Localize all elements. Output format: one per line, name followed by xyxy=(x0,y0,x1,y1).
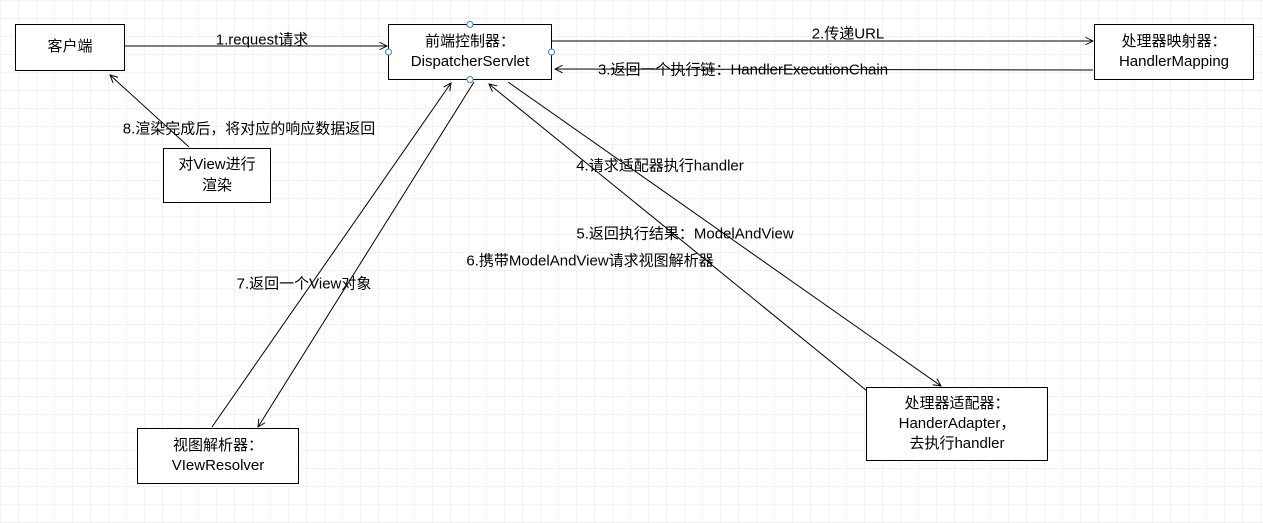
node-dispatcher-l1: 前端控制器： xyxy=(425,32,515,52)
diagram-canvas[interactable]: 1.request请求 2.传递URL 3.返回一个执行链：HandlerExe… xyxy=(0,0,1263,523)
node-resolver[interactable]: 视图解析器： VIewResolver xyxy=(137,428,299,484)
node-mapping[interactable]: 处理器映射器： HandlerMapping xyxy=(1094,24,1254,80)
node-client-label: 客户端 xyxy=(47,37,92,57)
node-client[interactable]: 客户端 xyxy=(15,24,125,71)
edge-5 xyxy=(489,84,872,395)
handle-s[interactable] xyxy=(467,76,474,83)
label-1: 1.request请求 xyxy=(216,29,309,50)
edge-4 xyxy=(508,82,941,386)
node-dispatcher[interactable]: 前端控制器： DispatcherServlet xyxy=(388,24,552,80)
node-adapter-l3: 去执行handler xyxy=(909,434,1004,454)
node-dispatcher-l2: DispatcherServlet xyxy=(411,52,529,72)
node-mapping-l2: HandlerMapping xyxy=(1119,52,1229,72)
label-7: 7.返回一个View对象 xyxy=(237,273,372,294)
node-render[interactable]: 对View进行 渲染 xyxy=(163,148,271,203)
node-resolver-l1: 视图解析器： xyxy=(173,436,263,456)
node-resolver-l2: VIewResolver xyxy=(172,456,265,476)
node-render-l1: 对View进行 xyxy=(178,155,255,175)
edge-7 xyxy=(212,83,451,427)
label-5: 5.返回执行结果：ModelAndView xyxy=(576,223,793,244)
edge-3 xyxy=(555,69,1093,70)
handle-w[interactable] xyxy=(385,49,392,56)
edge-6 xyxy=(258,82,474,427)
label-8: 8.渲染完成后，将对应的响应数据返回 xyxy=(123,118,376,139)
node-adapter[interactable]: 处理器适配器： HanderAdapter， 去执行handler xyxy=(866,387,1048,461)
handle-n[interactable] xyxy=(467,21,474,28)
label-6: 6.携带ModelAndView请求视图解析器 xyxy=(466,250,713,271)
label-4: 4.请求适配器执行handler xyxy=(576,155,744,176)
label-2: 2.传递URL xyxy=(812,23,885,44)
node-adapter-l2: HanderAdapter， xyxy=(899,414,1016,434)
label-3: 3.返回一个执行链：HandlerExecutionChain xyxy=(598,59,888,80)
edge-8 xyxy=(110,75,189,147)
node-render-l2: 渲染 xyxy=(202,176,232,196)
handle-e[interactable] xyxy=(548,49,555,56)
node-adapter-l1: 处理器适配器： xyxy=(904,394,1009,414)
node-mapping-l1: 处理器映射器： xyxy=(1121,32,1226,52)
